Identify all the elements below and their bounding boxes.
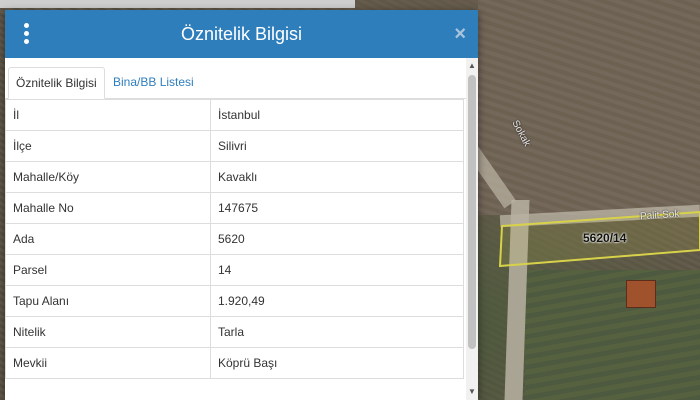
row-key: İl bbox=[5, 99, 211, 131]
dialog-title: Öznitelik Bilgisi bbox=[180, 24, 303, 44]
scroll-up-icon[interactable]: ▲ bbox=[466, 60, 478, 72]
row-value: Köprü Başı bbox=[210, 347, 464, 379]
table-row: Ada 5620 bbox=[5, 223, 464, 255]
scroll-down-icon[interactable]: ▼ bbox=[466, 386, 478, 398]
attribute-table: İl İstanbul İlçe Silivri Mahalle/Köy Kav… bbox=[5, 99, 464, 379]
row-value: Tarla bbox=[210, 316, 464, 348]
row-key: Mahalle/Köy bbox=[5, 161, 211, 193]
row-key: Mevkii bbox=[5, 347, 211, 379]
map-strip bbox=[0, 0, 355, 8]
row-value: Silivri bbox=[210, 130, 464, 162]
field-area bbox=[525, 270, 700, 400]
row-value: 14 bbox=[210, 254, 464, 286]
attribute-table-container[interactable]: İl İstanbul İlçe Silivri Mahalle/Köy Kav… bbox=[5, 99, 465, 400]
row-value: Kavaklı bbox=[210, 161, 464, 193]
row-value: 1.920,49 bbox=[210, 285, 464, 317]
row-key: Parsel bbox=[5, 254, 211, 286]
table-row: Mahalle/Köy Kavaklı bbox=[5, 161, 464, 193]
table-row: Nitelik Tarla bbox=[5, 316, 464, 348]
row-key: Ada bbox=[5, 223, 211, 255]
row-value: İstanbul bbox=[210, 99, 464, 131]
row-key: Nitelik bbox=[5, 316, 211, 348]
table-row: Parsel 14 bbox=[5, 254, 464, 286]
row-key: Mahalle No bbox=[5, 192, 211, 224]
row-value: 147675 bbox=[210, 192, 464, 224]
tab-building-list[interactable]: Bina/BB Listesi bbox=[106, 67, 201, 98]
table-row: Mahalle No 147675 bbox=[5, 192, 464, 224]
building bbox=[626, 280, 656, 308]
tab-bar: Öznitelik Bilgisi Bina/BB Listesi bbox=[5, 58, 478, 99]
scroll-thumb[interactable] bbox=[468, 75, 476, 349]
row-key: Tapu Alanı bbox=[5, 285, 211, 317]
table-row: İlçe Silivri bbox=[5, 130, 464, 162]
scrollbar[interactable]: ▲ ▼ bbox=[466, 58, 478, 400]
dialog-header: Öznitelik Bilgisi × bbox=[5, 10, 478, 58]
kebab-menu-icon[interactable] bbox=[22, 23, 30, 45]
field-area bbox=[478, 0, 700, 215]
tab-attribute-info[interactable]: Öznitelik Bilgisi bbox=[8, 67, 105, 99]
close-icon[interactable]: × bbox=[454, 22, 466, 46]
row-key: İlçe bbox=[5, 130, 211, 162]
attribute-info-dialog: Öznitelik Bilgisi × Öznitelik Bilgisi Bi… bbox=[5, 10, 478, 400]
table-row: Tapu Alanı 1.920,49 bbox=[5, 285, 464, 317]
table-row: İl İstanbul bbox=[5, 99, 464, 131]
table-row: Mevkii Köprü Başı bbox=[5, 347, 464, 379]
street-label: Palit Sok bbox=[639, 208, 680, 223]
row-value: 5620 bbox=[210, 223, 464, 255]
parcel-label: 5620/14 bbox=[583, 231, 627, 245]
